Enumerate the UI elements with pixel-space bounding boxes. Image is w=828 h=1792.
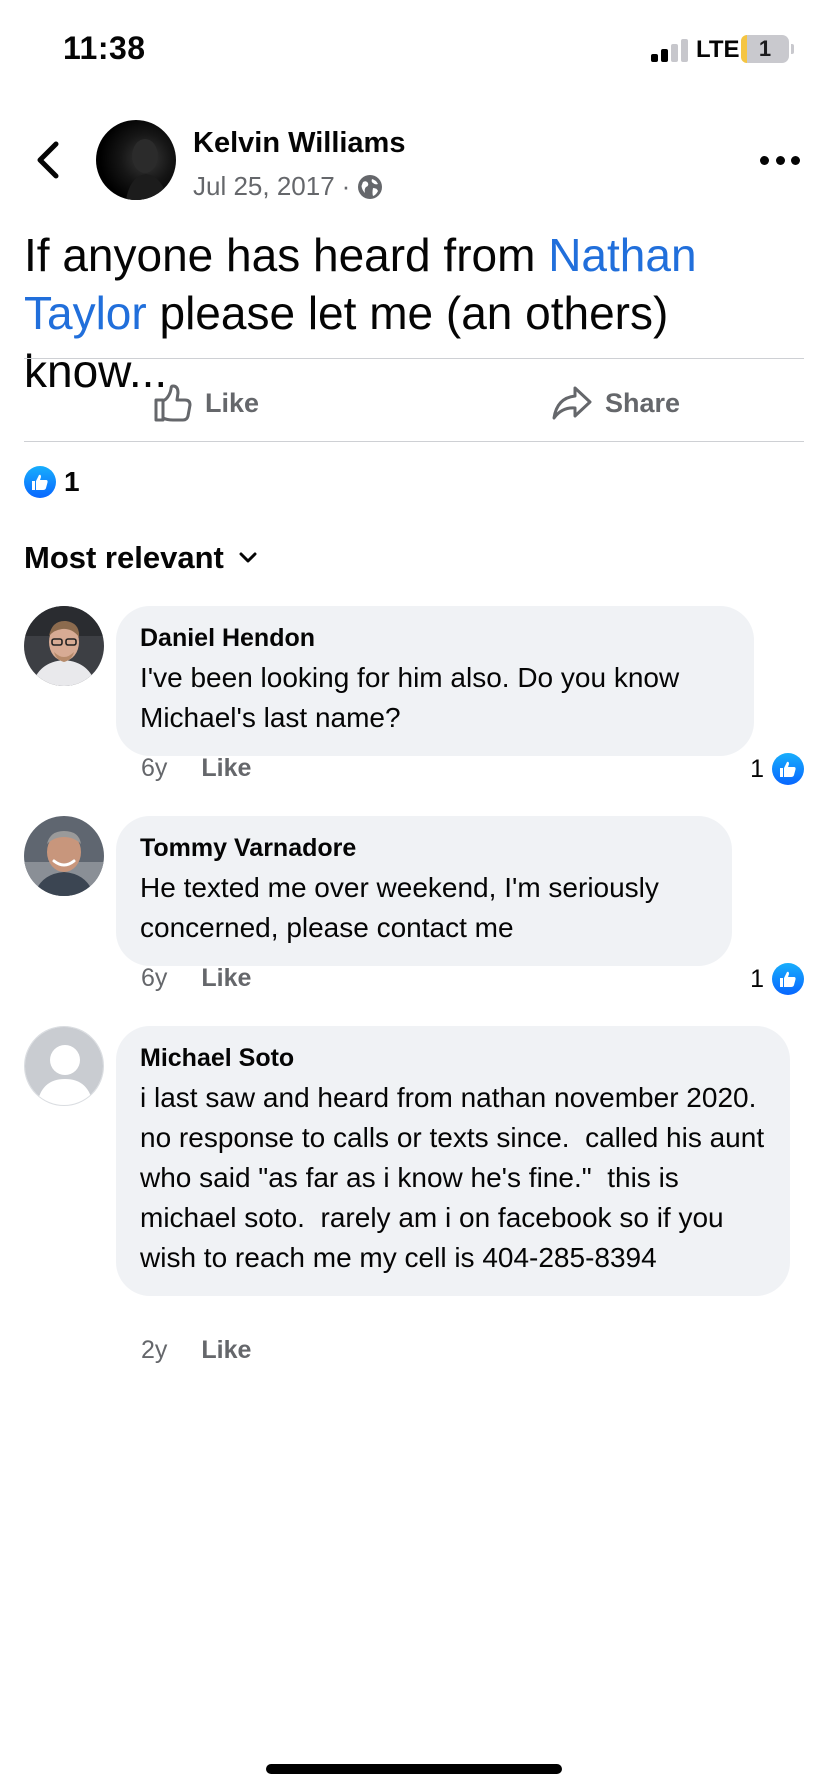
commenter-avatar[interactable]	[24, 606, 104, 686]
like-label: Like	[205, 387, 260, 418]
more-options-button[interactable]	[760, 153, 800, 167]
like-reaction-icon	[772, 963, 804, 995]
post-meta: Jul 25, 2017 ·	[193, 171, 383, 202]
comment-bubble: Tommy Varnadore He texted me over weeken…	[116, 816, 732, 966]
comment-like-button[interactable]: Like	[201, 964, 251, 993]
like-reaction-icon	[24, 466, 56, 498]
comment-like-button[interactable]: Like	[201, 754, 251, 783]
comment-reaction-count: 1	[750, 754, 764, 783]
comment-reactions[interactable]: 1	[750, 963, 804, 995]
globe-icon	[358, 174, 383, 199]
chevron-left-icon	[37, 141, 59, 179]
status-time: 11:38	[63, 30, 146, 66]
share-label: Share	[605, 387, 681, 418]
chevron-down-icon	[239, 552, 257, 563]
network-type: LTE	[696, 36, 740, 63]
meta-separator: ·	[341, 171, 351, 201]
comment-age: 6y	[141, 754, 168, 782]
battery-icon: 1	[741, 35, 789, 63]
comment-reaction-count: 1	[750, 964, 764, 993]
like-reaction-icon	[772, 753, 804, 785]
comment-like-button[interactable]: Like	[201, 1336, 251, 1365]
sort-label: Most relevant	[24, 540, 224, 575]
divider	[24, 441, 804, 442]
comment-meta: 2y Like	[141, 1336, 251, 1365]
commenter-avatar[interactable]	[24, 1026, 104, 1106]
comment-reactions[interactable]: 1	[750, 753, 804, 785]
post-text: If anyone has heard from Nathan Taylor p…	[24, 226, 814, 400]
more-dot	[760, 155, 769, 165]
reaction-summary[interactable]: 1	[24, 466, 80, 498]
post-detail-screen: 11:38 LTE 1 Kelvin Williams Jul 25, 2017…	[0, 0, 828, 1792]
commenter-name[interactable]: Tommy Varnadore	[140, 832, 708, 864]
cellular-signal-icon	[651, 38, 689, 62]
comment-sort-dropdown[interactable]: Most relevant	[24, 540, 258, 576]
like-button[interactable]: Like	[153, 378, 259, 428]
avatar-photo	[24, 816, 104, 896]
commenter-name[interactable]: Michael Soto	[140, 1042, 766, 1074]
thumbs-up-icon	[154, 384, 192, 422]
battery-nub	[791, 44, 794, 54]
author-avatar[interactable]	[96, 120, 176, 200]
status-bar: 11:38 LTE 1	[0, 0, 828, 100]
comment-text: i last saw and heard from nathan novembe…	[140, 1082, 772, 1273]
reaction-count: 1	[64, 466, 80, 497]
back-button[interactable]	[30, 138, 66, 182]
divider	[24, 358, 804, 359]
battery-level: 1	[758, 36, 772, 61]
post-text-before: If anyone has heard from	[24, 229, 549, 281]
comment-age: 2y	[141, 1336, 168, 1364]
comment-text: He texted me over weekend, I'm seriously…	[140, 872, 667, 943]
share-arrow-icon	[552, 386, 592, 420]
author-silhouette	[126, 139, 168, 200]
commenter-name[interactable]: Daniel Hendon	[140, 622, 730, 654]
commenter-avatar[interactable]	[24, 816, 104, 896]
comment-bubble: Daniel Hendon I've been looking for him …	[116, 606, 754, 756]
comment-bubble: Michael Soto i last saw and heard from n…	[116, 1026, 790, 1296]
share-button[interactable]: Share	[551, 378, 680, 428]
more-dot	[775, 155, 785, 165]
post-date[interactable]: Jul 25, 2017	[193, 171, 335, 202]
home-indicator[interactable]	[266, 1764, 562, 1774]
comment-text: I've been looking for him also. Do you k…	[140, 662, 687, 733]
default-profile-icon	[25, 1027, 103, 1105]
comment-meta: 6y Like	[141, 964, 251, 993]
avatar-photo	[24, 606, 104, 686]
more-dot	[791, 155, 800, 165]
author-name[interactable]: Kelvin Williams	[193, 127, 405, 160]
comment-age: 6y	[141, 964, 168, 992]
comment-meta: 6y Like	[141, 754, 251, 783]
